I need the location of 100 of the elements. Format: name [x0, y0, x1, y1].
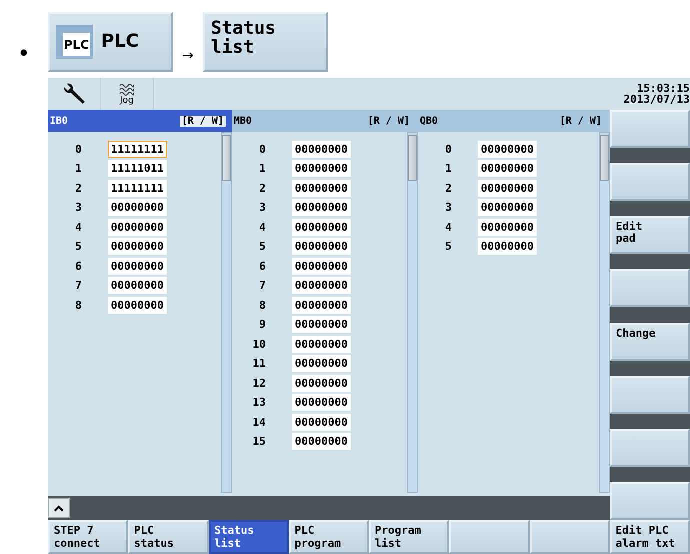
vertical-softkey[interactable]: Change [610, 322, 690, 361]
byte-index: 7 [258, 279, 266, 292]
byte-index: 9 [258, 318, 266, 332]
scroll-thumb[interactable] [408, 135, 417, 181]
byte-value-field[interactable]: 00000000 [108, 218, 167, 236]
byte-value-field[interactable]: 00000000 [292, 355, 351, 372]
byte-value-field[interactable]: 00000000 [478, 218, 537, 236]
scrollbar[interactable] [599, 132, 610, 493]
byte-value-field[interactable]: 00000000 [292, 433, 351, 450]
byte-index: 14 [252, 416, 266, 429]
horizontal-softkey[interactable] [530, 520, 610, 554]
byte-index: 5 [444, 240, 452, 254]
byte-index: 7 [74, 279, 82, 292]
byte-index: 10 [252, 338, 266, 351]
byte-index: 3 [74, 201, 82, 214]
byte-index: 2 [74, 182, 82, 195]
byte-index: 4 [444, 220, 452, 234]
vertical-softkey[interactable] [610, 163, 690, 202]
vertical-softkey[interactable] [610, 428, 690, 467]
wrench-icon [61, 83, 87, 105]
column-header[interactable]: MB0 [R / W] [232, 110, 418, 132]
byte-index: 5 [258, 240, 266, 254]
bullet: • [16, 42, 32, 67]
byte-value-field[interactable]: 00000000 [478, 160, 537, 178]
column-title: IB0 [50, 116, 68, 126]
byte-value-field[interactable]: 11111111 [108, 140, 167, 158]
column-header[interactable]: IB0 [R / W] [48, 110, 232, 132]
byte-value-field[interactable]: 00000000 [292, 414, 351, 431]
plc-softkey[interactable]: PLC PLC [48, 12, 173, 72]
byte-value-field[interactable]: 11111011 [108, 160, 167, 178]
horizontal-softkey[interactable]: PLC program [288, 520, 369, 554]
access-mode: [R / W] [180, 116, 226, 126]
byte-index: 6 [258, 260, 266, 273]
byte-value-field[interactable]: 00000000 [108, 238, 167, 256]
byte-index: 0 [258, 142, 266, 156]
horizontal-softkey[interactable]: Status list [208, 520, 289, 554]
column-title: QB0 [420, 116, 438, 126]
byte-index: 5 [74, 240, 82, 254]
horizontal-softkey[interactable] [449, 520, 530, 554]
status-list-softkey[interactable]: Status list [203, 12, 328, 72]
byte-value-field[interactable]: 00000000 [292, 374, 351, 392]
byte-value-field[interactable]: 00000000 [292, 296, 351, 314]
caret-icon [54, 504, 64, 512]
byte-index: 1 [258, 162, 266, 176]
byte-value-field[interactable]: 00000000 [292, 277, 351, 294]
byte-index: 3 [444, 201, 452, 214]
clock: 15:03:15 2013/07/13 [624, 81, 690, 108]
byte-index: 0 [74, 142, 82, 156]
byte-value-field[interactable]: 00000000 [292, 316, 351, 334]
vertical-softkey[interactable] [610, 110, 690, 148]
byte-value-field[interactable]: 00000000 [292, 238, 351, 256]
byte-index: 8 [74, 298, 82, 312]
byte-value-field[interactable]: 00000000 [292, 394, 351, 412]
scrollbar[interactable] [407, 132, 418, 493]
wave-icon [119, 82, 135, 96]
byte-value-field[interactable]: 00000000 [292, 258, 351, 275]
byte-index: 11 [252, 357, 266, 370]
byte-index: 4 [74, 220, 82, 234]
byte-value-field[interactable]: 00000000 [292, 199, 351, 216]
access-mode: [R / W] [558, 116, 603, 126]
byte-value-field[interactable]: 00000000 [292, 336, 351, 353]
byte-index: 2 [258, 182, 266, 195]
byte-value-field[interactable]: 00000000 [108, 199, 167, 216]
scrollbar[interactable] [221, 132, 232, 493]
byte-index: 1 [74, 162, 82, 176]
access-mode: [R / W] [366, 116, 411, 126]
byte-value-field[interactable]: 00000000 [108, 258, 167, 275]
vertical-softkey[interactable] [610, 482, 690, 520]
byte-index: 6 [74, 260, 82, 273]
horizontal-softkey[interactable]: Edit PLC alarm txt [610, 520, 690, 554]
horizontal-softkey[interactable]: PLC status [128, 520, 208, 554]
byte-index: 13 [252, 396, 266, 410]
byte-value-field[interactable]: 00000000 [108, 296, 167, 314]
byte-value-field[interactable]: 00000000 [478, 199, 537, 216]
byte-index: 12 [252, 376, 266, 390]
vertical-softkey[interactable] [610, 376, 690, 414]
byte-value-field[interactable]: 00000000 [292, 218, 351, 236]
byte-value-field[interactable]: 00000000 [292, 180, 351, 197]
byte-value-field[interactable]: 00000000 [478, 238, 537, 256]
byte-value-field[interactable]: 00000000 [478, 140, 537, 158]
byte-value-field[interactable]: 00000000 [108, 277, 167, 294]
up-button[interactable] [48, 498, 70, 518]
byte-value-field[interactable]: 00000000 [292, 160, 351, 178]
byte-value-field[interactable]: 00000000 [478, 180, 537, 197]
plc-icon: PLC [56, 25, 94, 59]
column-header[interactable]: QB0 [R / W] [418, 110, 610, 132]
byte-index: 1 [444, 162, 452, 176]
horizontal-softkey[interactable]: Program list [369, 520, 450, 554]
byte-index: 0 [444, 142, 452, 156]
byte-index: 15 [252, 435, 266, 448]
vertical-softkey[interactable]: Edit pad [610, 216, 690, 254]
horizontal-softkey[interactable]: STEP 7 connect [48, 520, 128, 554]
scroll-thumb[interactable] [600, 135, 609, 181]
byte-value-field[interactable]: 00000000 [292, 140, 351, 158]
arrow: → [181, 48, 195, 64]
vertical-softkey[interactable] [610, 269, 690, 308]
scroll-thumb[interactable] [222, 135, 231, 181]
byte-value-field[interactable]: 11111111 [108, 180, 167, 197]
column-title: MB0 [234, 116, 252, 126]
byte-index: 4 [258, 220, 266, 234]
